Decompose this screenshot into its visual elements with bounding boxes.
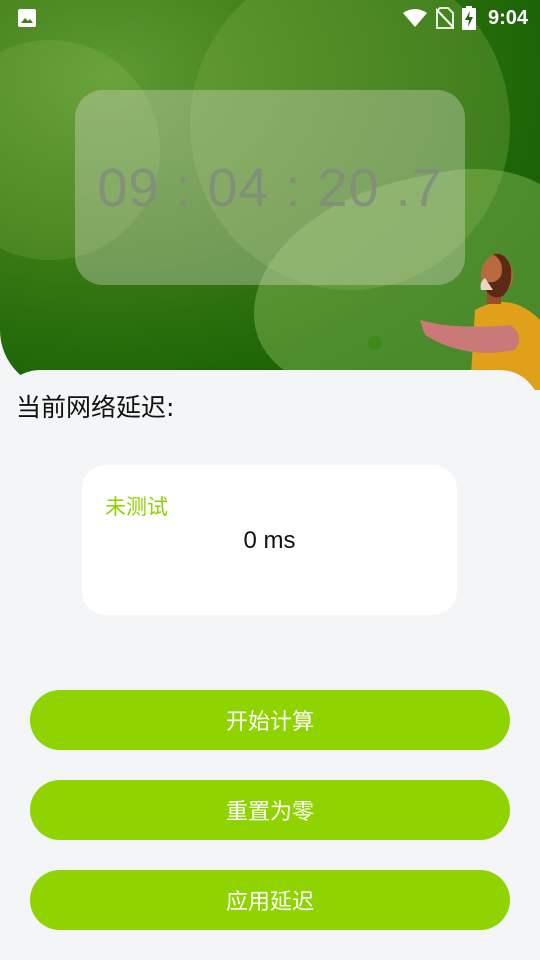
latency-value: 0 ms: [243, 527, 296, 554]
start-calculation-button[interactable]: 开始计算: [30, 690, 510, 750]
status-bar: 9:04: [0, 0, 540, 36]
latency-result-card: 未测试 0 ms: [82, 465, 457, 615]
latency-title: 当前网络延迟:: [16, 393, 175, 422]
clock-display: 09 : 04 : 20 .7: [97, 157, 443, 218]
clock-card: 09 : 04 : 20 .7: [75, 90, 465, 285]
apply-latency-button[interactable]: 应用延迟: [30, 870, 510, 930]
decorative-dot: [368, 336, 382, 350]
no-sim-icon: [435, 7, 454, 29]
image-icon: [18, 9, 36, 27]
latency-panel: 当前网络延迟: 未测试 0 ms 开始计算 重置为零 应用延迟: [0, 370, 540, 960]
latency-status: 未测试: [105, 495, 168, 519]
reset-to-zero-button[interactable]: 重置为零: [30, 780, 510, 840]
wifi-icon: [402, 9, 427, 27]
battery-charging-icon: [461, 6, 476, 30]
status-icons: 9:04: [402, 6, 528, 30]
app-screen: 9:04 09 : 04 : 20 .7 当前网络延迟: 未测试 0 ms 开始…: [0, 0, 540, 960]
status-time: 9:04: [487, 6, 528, 29]
